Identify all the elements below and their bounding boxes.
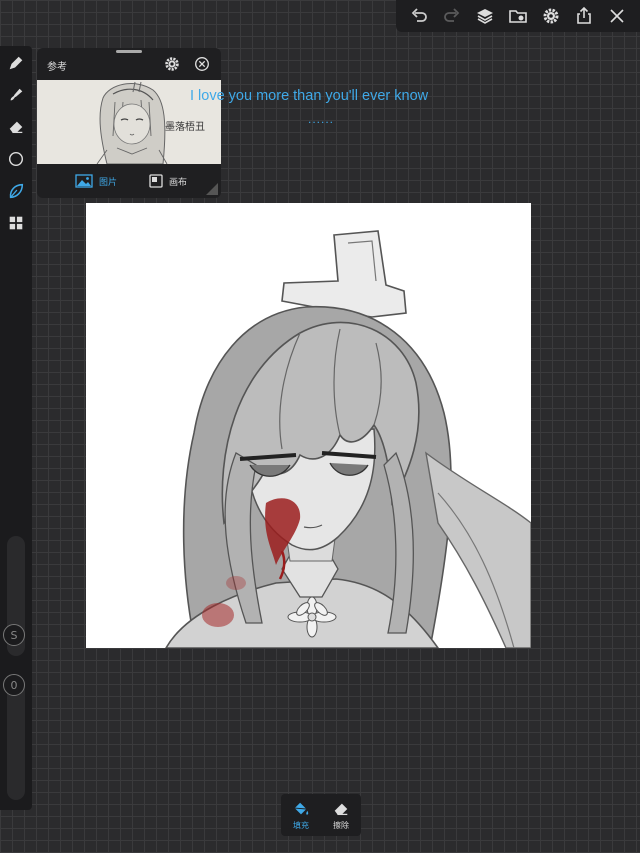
close-circle-icon[interactable] bbox=[193, 55, 211, 73]
gear-icon[interactable] bbox=[163, 55, 181, 73]
opacity-knob[interactable]: 0 bbox=[3, 674, 25, 696]
fill-label: 填充 bbox=[293, 820, 309, 830]
undo-icon[interactable] bbox=[406, 3, 432, 29]
eraser-icon bbox=[334, 803, 348, 815]
brush-icon[interactable] bbox=[4, 51, 28, 75]
layers-icon[interactable] bbox=[472, 3, 498, 29]
gallery-icon[interactable] bbox=[505, 3, 531, 29]
settings-icon[interactable] bbox=[538, 3, 564, 29]
fill-button[interactable]: 填充 bbox=[292, 800, 310, 831]
redo-icon[interactable] bbox=[439, 3, 465, 29]
erase-label: 擦除 bbox=[333, 820, 349, 830]
drawing-canvas[interactable] bbox=[86, 203, 531, 648]
select-icon[interactable] bbox=[4, 179, 28, 203]
lyrics-line-2: ...... bbox=[308, 112, 335, 126]
top-toolbar bbox=[396, 0, 640, 32]
paint-bucket-icon bbox=[294, 802, 309, 815]
share-icon[interactable] bbox=[571, 3, 597, 29]
drag-handle[interactable] bbox=[116, 50, 142, 53]
tab-image[interactable]: 图片 bbox=[75, 172, 117, 190]
artwork bbox=[165, 230, 531, 648]
tab-canvas-label: 画布 bbox=[169, 177, 188, 188]
smudge-icon[interactable] bbox=[4, 83, 28, 107]
erase-button[interactable]: 擦除 bbox=[332, 800, 350, 831]
reference-panel-title: 参考 bbox=[47, 62, 67, 73]
shape-icon[interactable] bbox=[4, 147, 28, 171]
brush-size-knob[interactable]: S bbox=[3, 624, 25, 646]
image-icon bbox=[75, 174, 93, 188]
canvas-icon bbox=[149, 174, 163, 188]
eraser-icon[interactable] bbox=[4, 115, 28, 139]
close-icon[interactable] bbox=[604, 3, 630, 29]
fill-toolbar: 填充 擦除 bbox=[281, 794, 361, 836]
tab-image-label: 图片 bbox=[99, 177, 118, 188]
reference-panel: 参考 墨落梧丑 图片 画布 bbox=[37, 48, 221, 198]
resize-handle-icon[interactable] bbox=[206, 183, 218, 195]
grid-icon[interactable] bbox=[4, 211, 28, 235]
tab-canvas[interactable]: 画布 bbox=[149, 172, 187, 190]
sketch-signature: 墨落梧丑 bbox=[165, 122, 205, 133]
left-toolbar: S 0 bbox=[0, 46, 32, 810]
lyrics-line-1: I love you more than you'll ever know bbox=[190, 88, 429, 104]
